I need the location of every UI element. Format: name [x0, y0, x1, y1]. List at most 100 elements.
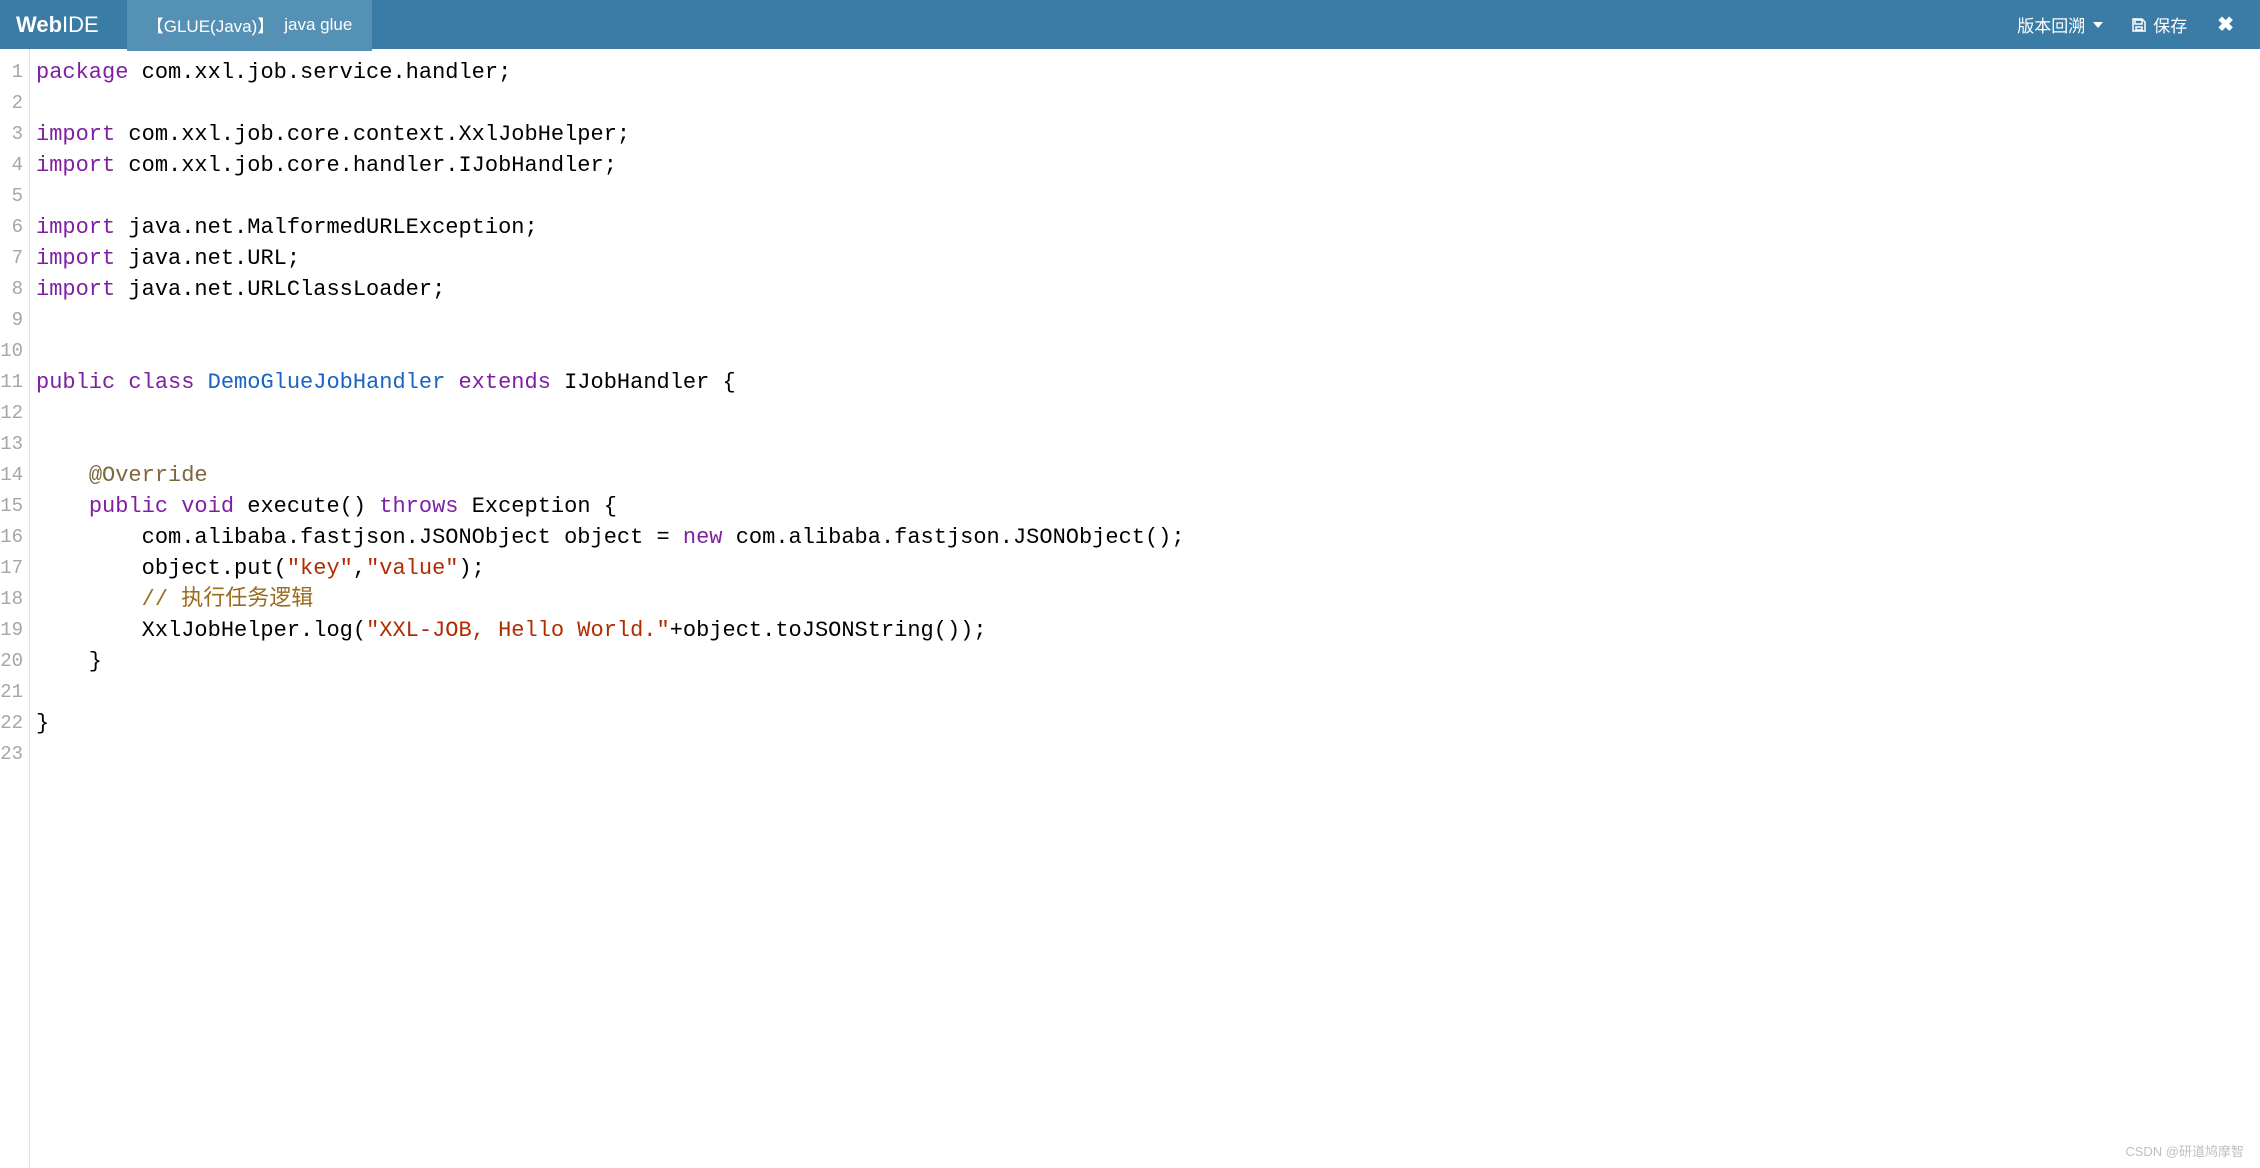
code-line[interactable]: } [36, 708, 2260, 739]
code-token: com.xxl.job.service.handler; [128, 60, 511, 85]
code-token: public [89, 494, 168, 519]
code-line[interactable] [36, 336, 2260, 367]
code-token: // 执行任务逻辑 [142, 587, 314, 612]
logo-prefix: Web [16, 12, 62, 37]
code-token: public [36, 370, 115, 395]
code-token: import [36, 277, 115, 302]
code-line[interactable]: import java.net.URLClassLoader; [36, 274, 2260, 305]
code-line[interactable] [36, 739, 2260, 770]
code-token: IJobHandler { [551, 370, 736, 395]
code-line[interactable] [36, 88, 2260, 119]
caret-down-icon [2093, 22, 2103, 28]
code-token: com.alibaba.fastjson.JSONObject(); [723, 525, 1185, 550]
code-token: object.put( [36, 556, 287, 581]
line-number: 2 [0, 88, 29, 119]
tab-type-label: 【GLUE(Java)】 [147, 12, 275, 37]
code-token: Exception { [459, 494, 617, 519]
save-label: 保存 [2153, 12, 2187, 37]
code-line[interactable]: } [36, 646, 2260, 677]
code-token [194, 370, 207, 395]
code-content[interactable]: package com.xxl.job.service.handler; imp… [30, 49, 2260, 1168]
code-token: "XXL-JOB, Hello World." [366, 618, 670, 643]
code-token: com.alibaba.fastjson.JSONObject object = [36, 525, 683, 550]
code-token: ); [458, 556, 484, 581]
code-line[interactable]: object.put("key","value"); [36, 553, 2260, 584]
line-number: 6 [0, 212, 29, 243]
line-number: 3 [0, 119, 29, 150]
editor-area[interactable]: 1234567891011121314151617181920212223 pa… [0, 49, 2260, 1168]
line-number: 10 [0, 336, 29, 367]
version-history-button[interactable]: 版本回溯 [2003, 4, 2117, 45]
code-token [115, 370, 128, 395]
code-line[interactable]: import java.net.URL; [36, 243, 2260, 274]
code-token [168, 494, 181, 519]
line-number: 22 [0, 708, 29, 739]
code-token: @Override [89, 463, 208, 488]
line-number: 7 [0, 243, 29, 274]
code-token: java.net.MalformedURLException; [115, 215, 537, 240]
app-logo: WebIDE [16, 12, 99, 38]
code-line[interactable]: @Override [36, 460, 2260, 491]
code-line[interactable]: com.alibaba.fastjson.JSONObject object =… [36, 522, 2260, 553]
code-token: com.xxl.job.core.context.XxlJobHelper; [115, 122, 630, 147]
code-line[interactable]: import java.net.MalformedURLException; [36, 212, 2260, 243]
line-number: 21 [0, 677, 29, 708]
line-number: 13 [0, 429, 29, 460]
code-line[interactable]: public class DemoGlueJobHandler extends … [36, 367, 2260, 398]
line-number: 1 [0, 57, 29, 88]
code-token: "key" [287, 556, 353, 581]
code-token: , [353, 556, 366, 581]
code-token [36, 463, 89, 488]
line-number: 18 [0, 584, 29, 615]
line-number: 5 [0, 181, 29, 212]
code-token: "value" [366, 556, 458, 581]
line-number: 9 [0, 305, 29, 336]
code-token: java.net.URL; [115, 246, 300, 271]
code-token: import [36, 246, 115, 271]
line-number: 15 [0, 491, 29, 522]
code-token: com.xxl.job.core.handler.IJobHandler; [115, 153, 617, 178]
code-token: +object.toJSONString()); [670, 618, 987, 643]
code-line[interactable] [36, 181, 2260, 212]
line-number: 4 [0, 150, 29, 181]
code-line[interactable]: XxlJobHelper.log("XXL-JOB, Hello World."… [36, 615, 2260, 646]
code-line[interactable] [36, 398, 2260, 429]
code-token: } [36, 711, 49, 736]
code-token: } [36, 649, 102, 674]
code-line[interactable]: // 执行任务逻辑 [36, 584, 2260, 615]
code-token: extends [458, 370, 550, 395]
code-token: import [36, 122, 115, 147]
line-number: 16 [0, 522, 29, 553]
version-history-label: 版本回溯 [2017, 12, 2085, 37]
editor-tab[interactable]: 【GLUE(Java)】 java glue [127, 0, 373, 51]
line-number: 8 [0, 274, 29, 305]
code-line[interactable] [36, 677, 2260, 708]
line-number: 19 [0, 615, 29, 646]
code-line[interactable] [36, 429, 2260, 460]
header-bar: WebIDE 【GLUE(Java)】 java glue 版本回溯 保存 ✖ [0, 0, 2260, 49]
code-line[interactable]: package com.xxl.job.service.handler; [36, 57, 2260, 88]
code-token [36, 587, 142, 612]
save-button[interactable]: 保存 [2117, 4, 2201, 45]
code-token: package [36, 60, 128, 85]
code-line[interactable] [36, 305, 2260, 336]
code-token: XxlJobHelper.log( [36, 618, 366, 643]
code-token: void [181, 494, 234, 519]
line-number-gutter: 1234567891011121314151617181920212223 [0, 49, 30, 1168]
code-token: import [36, 153, 115, 178]
line-number: 12 [0, 398, 29, 429]
code-token [36, 494, 89, 519]
code-token: throws [379, 494, 458, 519]
code-line[interactable]: import com.xxl.job.core.handler.IJobHand… [36, 150, 2260, 181]
close-button[interactable]: ✖ [2207, 4, 2244, 45]
line-number: 14 [0, 460, 29, 491]
watermark-text: CSDN @研道鸠摩智 [2125, 1141, 2244, 1160]
line-number: 17 [0, 553, 29, 584]
logo-suffix: IDE [62, 12, 99, 37]
code-token: java.net.URLClassLoader; [115, 277, 445, 302]
save-icon [2131, 17, 2147, 33]
code-line[interactable]: import com.xxl.job.core.context.XxlJobHe… [36, 119, 2260, 150]
line-number: 11 [0, 367, 29, 398]
code-token: execute() [234, 494, 379, 519]
code-line[interactable]: public void execute() throws Exception { [36, 491, 2260, 522]
